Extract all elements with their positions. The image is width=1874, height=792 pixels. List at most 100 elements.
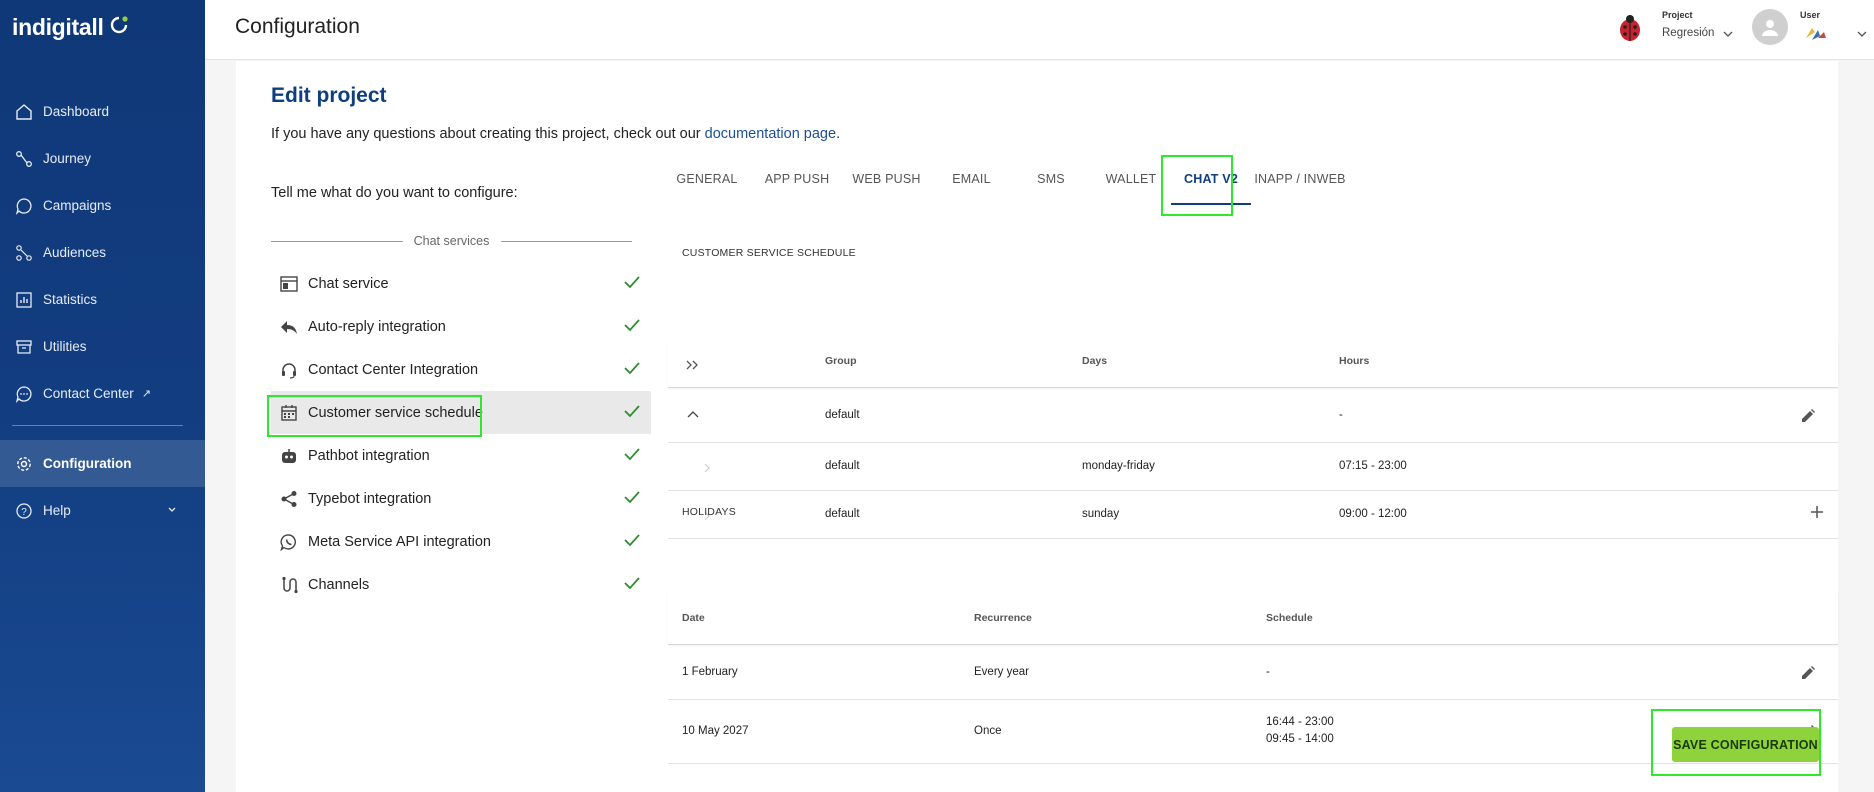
home-icon: [14, 102, 34, 122]
reply-icon: [279, 317, 299, 337]
checkmark-icon: [624, 448, 640, 461]
config-item-label: Auto-reply integration: [308, 318, 446, 335]
journey-icon: [14, 149, 34, 169]
config-list: Chat service Auto-reply integration Cont…: [271, 262, 651, 606]
tab-sms[interactable]: SMS: [1011, 153, 1091, 205]
config-item-auto-reply[interactable]: Auto-reply integration: [271, 305, 651, 348]
config-item-label: Pathbot integration: [308, 447, 430, 464]
user-silhouette-icon: [1762, 20, 1778, 36]
nav-label: Campaigns: [43, 198, 112, 213]
schedule-heading: CUSTOMER SERVICE SCHEDULE: [682, 247, 856, 259]
external-link-icon: ↗: [141, 388, 152, 400]
nav-utilities[interactable]: Utilities: [0, 323, 205, 370]
group-row[interactable]: default -: [668, 388, 1838, 443]
documentation-link[interactable]: documentation page: [705, 126, 836, 142]
page-title: Configuration: [235, 15, 360, 38]
chevron-down-icon[interactable]: [1857, 30, 1867, 38]
config-item-label: Contact Center Integration: [308, 361, 479, 378]
nav-audiences[interactable]: Audiences: [0, 229, 205, 276]
nav-campaigns[interactable]: Campaigns: [0, 182, 205, 229]
nav-statistics[interactable]: Statistics: [0, 276, 205, 323]
nav-configuration[interactable]: Configuration: [0, 440, 205, 487]
config-item-label: Channels: [308, 576, 370, 593]
brand-logo[interactable]: indigitall: [12, 14, 104, 41]
config-item-chat-service[interactable]: Chat service: [271, 262, 651, 305]
config-item-label: Customer service schedule: [308, 404, 483, 421]
chevron-up-icon[interactable]: [687, 410, 699, 418]
column-header-group: Group: [825, 355, 857, 367]
tab-general[interactable]: GENERAL: [661, 153, 753, 205]
info-text-prefix: If you have any questions about creating…: [271, 126, 705, 142]
nav-dashboard[interactable]: Dashboard: [0, 88, 205, 135]
config-item-pathbot[interactable]: Pathbot integration: [271, 434, 651, 477]
expand-all-icon[interactable]: [685, 359, 699, 371]
user-brand-logo-icon: [1806, 28, 1826, 40]
avatar[interactable]: [1752, 9, 1788, 45]
config-item-label: Chat service: [308, 275, 389, 292]
info-text: If you have any questions about creating…: [271, 126, 840, 142]
chevron-down-icon: [167, 503, 177, 518]
table-row[interactable]: 1 February Every year -: [668, 645, 1838, 700]
divider-line: [501, 241, 632, 242]
table-row[interactable]: 10 May 2027 Once 16:44 - 23:00 09:45 - 1…: [668, 700, 1838, 764]
nav-label: Audiences: [43, 245, 107, 260]
channel-tabs: GENERAL APP PUSH WEB PUSH EMAIL SMS WALL…: [661, 153, 1349, 205]
config-item-label: Meta Service API integration: [308, 533, 491, 550]
config-item-typebot[interactable]: Typebot integration: [271, 477, 651, 520]
nav-contact-center[interactable]: Contact Center ↗: [0, 370, 205, 417]
schedule-cell: -: [1266, 666, 1270, 678]
chevron-down-icon[interactable]: [1723, 30, 1733, 38]
tab-chat-v2[interactable]: CHAT V2: [1171, 153, 1251, 205]
config-item-channels[interactable]: Channels: [271, 563, 651, 606]
edit-pencil-icon[interactable]: [1800, 408, 1816, 424]
nav-label: Journey: [43, 151, 92, 166]
checkmark-icon: [624, 491, 640, 504]
robot-icon: [279, 446, 299, 466]
add-holiday-plus-icon[interactable]: [1809, 504, 1825, 520]
nav-label: Contact Center: [43, 386, 134, 401]
nav-divider: [12, 425, 183, 426]
schedule-cell: 16:44 - 23:00: [1266, 716, 1334, 728]
table-header: Group Days Hours: [668, 340, 1838, 388]
nav-help[interactable]: ? Help: [0, 487, 205, 534]
edit-project-card: Edit project If you have any questions a…: [236, 61, 1838, 792]
days-cell: monday-friday: [1082, 460, 1155, 472]
column-header-date: Date: [682, 612, 705, 624]
contact-center-icon: [14, 384, 34, 404]
project-selector[interactable]: Regresión: [1662, 27, 1714, 39]
table-row[interactable]: default sunday 09:00 - 12:00: [668, 491, 1838, 539]
chevron-right-icon: [704, 463, 710, 473]
checkmark-icon: [624, 276, 640, 289]
edit-pencil-icon[interactable]: [1800, 665, 1816, 681]
date-cell: 10 May 2027: [682, 725, 749, 737]
tab-wallet[interactable]: WALLET: [1091, 153, 1171, 205]
tab-inapp-inweb[interactable]: INAPP / INWEB: [1251, 153, 1349, 205]
nav-journey[interactable]: Journey: [0, 135, 205, 182]
chat-bubble-icon: [14, 196, 34, 216]
table-row[interactable]: default monday-friday 07:15 - 23:00: [668, 443, 1838, 491]
headset-icon: [279, 360, 299, 380]
holidays-table: Date Recurrence Schedule 1 February Ever…: [668, 591, 1838, 764]
column-header-hours: Hours: [1339, 355, 1370, 367]
checkmark-icon: [624, 319, 640, 332]
config-item-customer-service-schedule[interactable]: Customer service schedule: [271, 391, 651, 434]
channels-icon: [279, 575, 299, 595]
statistics-icon: [14, 290, 34, 310]
tab-email[interactable]: EMAIL: [932, 153, 1011, 205]
svg-text:?: ?: [21, 507, 27, 518]
config-item-label: Typebot integration: [308, 490, 432, 507]
nav-label: Utilities: [43, 339, 87, 354]
tab-web-push[interactable]: WEB PUSH: [841, 153, 932, 205]
user-label: User: [1800, 10, 1821, 20]
schedule-table: Group Days Hours default - default monda…: [668, 340, 1838, 539]
column-header-days: Days: [1082, 355, 1108, 367]
column-header-recurrence: Recurrence: [974, 612, 1032, 624]
info-text-suffix: .: [836, 126, 841, 142]
config-item-meta-service-api[interactable]: Meta Service API integration: [271, 520, 651, 563]
hours-cell: -: [1339, 409, 1343, 421]
group-cell: default: [825, 409, 860, 421]
tab-app-push[interactable]: APP PUSH: [753, 153, 841, 205]
save-configuration-button[interactable]: SAVE CONFIGURATION: [1672, 727, 1819, 762]
nav-label: Help: [43, 503, 71, 518]
config-item-contact-center[interactable]: Contact Center Integration: [271, 348, 651, 391]
